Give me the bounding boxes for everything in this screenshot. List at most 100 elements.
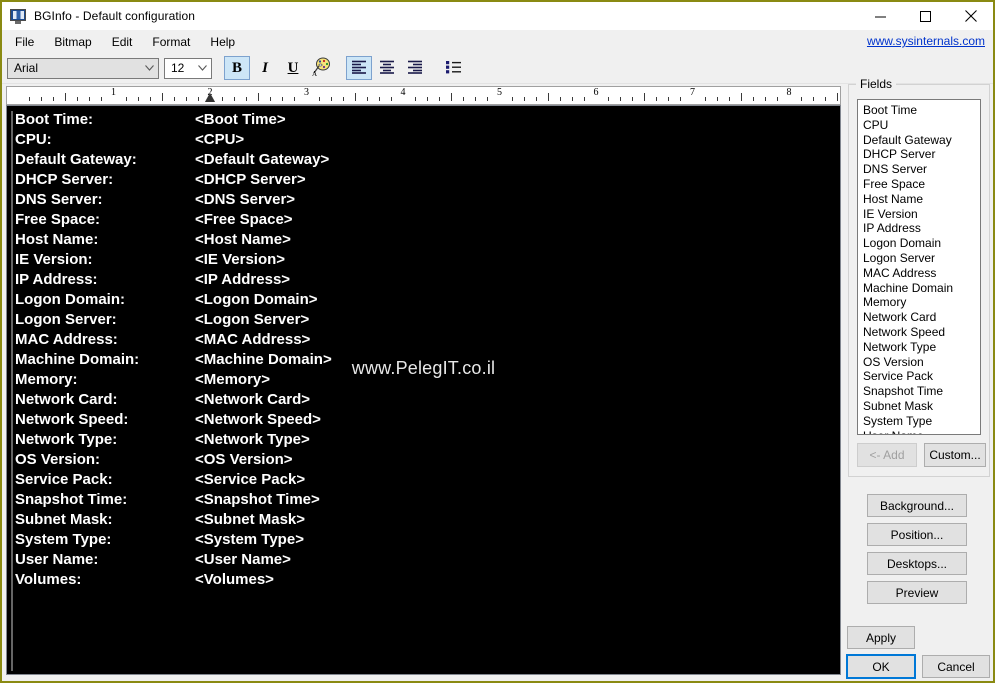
editor-line-value: <Logon Domain> [195,291,318,308]
menu-bitmap[interactable]: Bitmap [44,32,101,52]
ruler-tick [511,97,513,101]
menu-format[interactable]: Format [142,32,200,52]
italic-button[interactable]: I [252,56,278,80]
editor-line: Host Name: <Host Name> [7,230,840,250]
editor-line: Network Type: <Network Type> [7,430,840,450]
font-color-button[interactable]: A [308,56,334,80]
align-right-icon [407,60,423,77]
field-list-item[interactable]: DHCP Server [858,147,980,162]
bullet-list-button[interactable] [440,56,466,80]
field-list-item[interactable]: Subnet Mask [858,399,980,414]
field-list-item[interactable]: Host Name [858,192,980,207]
minimize-button[interactable] [858,2,903,30]
ruler-tick [197,97,199,101]
editor-line-value: <Network Speed> [195,411,321,428]
field-list-item[interactable]: CPU [858,118,980,133]
ruler-tab-stop-marker[interactable] [205,93,215,102]
field-list-item[interactable]: System Type [858,414,980,429]
field-list-item[interactable]: IP Address [858,221,980,236]
ruler-tick [222,97,224,101]
ruler-tick [740,93,742,101]
field-list-item[interactable]: Logon Server [858,251,980,266]
editor-line-label: Snapshot Time: [15,491,128,508]
ruler-tick [813,97,815,101]
field-list-item[interactable]: Boot Time [858,103,980,118]
toolbar: Arial 12 B I U A [2,53,993,84]
field-list-item[interactable]: MAC Address [858,266,980,281]
field-list-item[interactable]: Snapshot Time [858,384,980,399]
field-list-item[interactable]: IE Version [858,207,980,222]
field-list-item[interactable]: Default Gateway [858,133,980,148]
editor-line: IP Address: <IP Address> [7,270,840,290]
align-right-button[interactable] [402,56,428,80]
field-list-item[interactable]: Machine Domain [858,281,980,296]
maximize-button[interactable] [903,2,948,30]
editor-line-label: Host Name: [15,231,99,248]
editor-line-label: Logon Domain: [15,291,125,308]
editor-line-value: <Default Gateway> [195,151,330,168]
fields-list[interactable]: Boot Time CPU Default Gateway DHCP Server DN… [857,99,981,435]
desktops-button[interactable]: Desktops... [867,552,967,575]
svg-text:A: A [312,70,317,77]
editor-line: Logon Server: <Logon Server> [7,310,840,330]
editor-line-label: IE Version: [15,251,93,268]
menu-edit[interactable]: Edit [102,32,143,52]
ruler-tick [608,97,610,101]
menu-file[interactable]: File [5,32,44,52]
title-bar: BGInfo - Default configuration [2,2,993,31]
underline-icon: U [287,59,299,76]
editor-line-label: User Name: [15,551,99,568]
ruler[interactable]: 12345678 [6,86,841,105]
field-list-item[interactable]: Service Pack [858,369,980,384]
preview-button[interactable]: Preview [867,581,967,604]
editor-line: DHCP Server: <DHCP Server> [7,170,840,190]
ruler-tick [318,97,320,101]
custom-field-button[interactable]: Custom... [924,443,986,467]
field-list-item[interactable]: DNS Server [858,162,980,177]
align-center-icon [379,60,395,77]
position-button[interactable]: Position... [867,523,967,546]
field-list-item[interactable]: Logon Domain [858,236,980,251]
editor-line-value: <Logon Server> [195,311,310,328]
ok-button[interactable]: OK [846,654,916,679]
ruler-tick [427,97,429,101]
editor-content[interactable]: Boot Time: <Boot Time> CPU: <CPU> Default Ga… [7,106,840,674]
editor-line-value: <IE Version> [195,251,286,268]
align-left-button[interactable] [346,56,372,80]
apply-button[interactable]: Apply [847,626,915,649]
ruler-tick [535,97,537,101]
editor-line-label: MAC Address: [15,331,118,348]
font-size-value: 12 [171,61,185,75]
field-list-item[interactable]: Network Card [858,310,980,325]
underline-button[interactable]: U [280,56,306,80]
editor-line-label: Subnet Mask: [15,511,113,528]
close-button[interactable] [948,2,993,30]
ruler-tick [571,97,573,101]
bitmap-text-editor[interactable]: Boot Time: <Boot Time> CPU: <CPU> Default Ga… [6,105,841,675]
ruler-tick [378,97,380,101]
field-list-item[interactable]: OS Version [858,355,980,370]
field-list-item[interactable]: Network Type [858,340,980,355]
menu-help[interactable]: Help [200,32,245,52]
field-list-item[interactable]: Free Space [858,177,980,192]
ruler-tick [728,97,730,101]
ruler-tick [173,97,175,101]
chevron-down-icon [140,65,158,71]
cancel-button[interactable]: Cancel [922,655,990,678]
font-size-select[interactable]: 12 [164,57,212,79]
font-family-select[interactable]: Arial [7,57,159,79]
bold-button[interactable]: B [224,56,250,80]
editor-line: MAC Address: <MAC Address> [7,330,840,350]
background-button[interactable]: Background... [867,494,967,517]
add-field-button[interactable]: <- Add [857,443,917,467]
editor-line-value: <Boot Time> [195,111,286,128]
editor-line: User Name: <User Name> [7,550,840,570]
editor-line-label: Network Card: [15,391,118,408]
field-list-item[interactable]: Memory [858,295,980,310]
sysinternals-link[interactable]: www.sysinternals.com [867,34,985,48]
editor-line-value: <Host Name> [195,231,291,248]
field-list-item[interactable]: Network Speed [858,325,980,340]
align-center-button[interactable] [374,56,400,80]
field-list-item[interactable]: User Name [858,429,980,434]
ruler-tick [65,93,67,101]
